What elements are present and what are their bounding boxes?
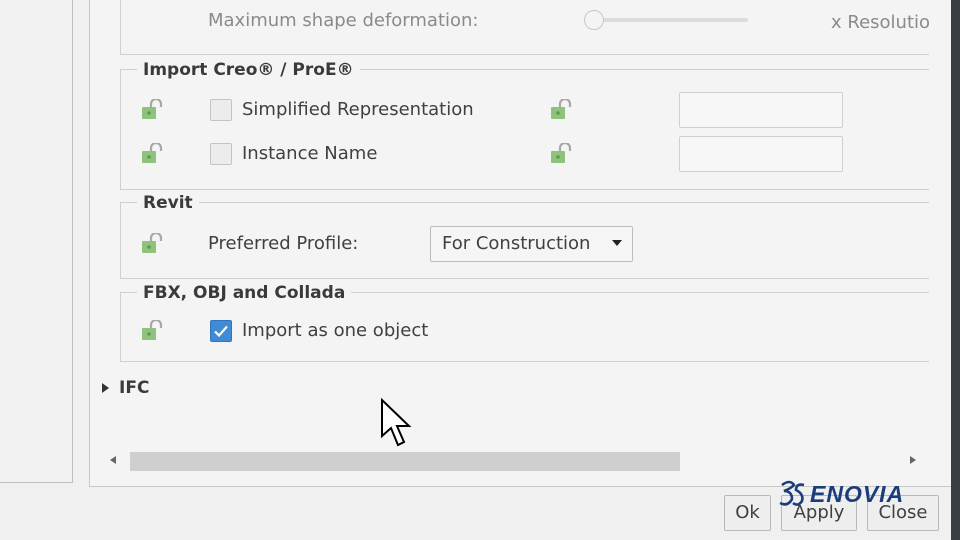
fbx-group-title: FBX, OBJ and Collada: [137, 283, 352, 303]
instance-name-checkbox[interactable]: [210, 143, 232, 165]
ifc-section-title[interactable]: IFC: [113, 378, 155, 398]
scroll-left-icon[interactable]: [110, 456, 116, 464]
lock-icon[interactable]: [141, 318, 167, 342]
resolution-label: x Resolutio: [831, 12, 931, 33]
max-shape-deformation-slider-knob[interactable]: [584, 10, 604, 30]
brand-name: ENOVIA: [810, 481, 905, 507]
window-edge: [951, 0, 960, 540]
instance-name-field[interactable]: [679, 136, 843, 172]
max-shape-deformation-label: Maximum shape deformation:: [208, 10, 479, 31]
instance-name-label: Instance Name: [242, 143, 378, 164]
mouse-pointer-icon: [381, 398, 412, 447]
preferred-profile-label: Preferred Profile:: [208, 233, 359, 254]
max-shape-deformation-slider-track[interactable]: [596, 18, 748, 22]
lock-icon[interactable]: [141, 141, 167, 165]
ok-button[interactable]: Ok: [724, 495, 771, 531]
chevron-down-icon: [612, 240, 622, 246]
lock-icon[interactable]: [550, 141, 576, 165]
simplified-representation-checkbox[interactable]: [210, 99, 232, 121]
lock-icon[interactable]: [550, 97, 576, 121]
simplified-representation-field[interactable]: [679, 92, 843, 128]
import-as-one-object-checkbox[interactable]: [210, 320, 232, 342]
expand-arrow-icon[interactable]: [102, 383, 109, 393]
lock-icon[interactable]: [141, 97, 167, 121]
enovia-logo: ENOVIA: [778, 479, 928, 513]
revit-group-title: Revit: [137, 193, 199, 213]
horizontal-scrollbar-thumb[interactable]: [130, 452, 680, 471]
simplified-representation-label: Simplified Representation: [242, 99, 474, 120]
scroll-right-icon[interactable]: [910, 456, 916, 464]
preferred-profile-dropdown[interactable]: For Construction: [430, 226, 633, 262]
import-as-one-object-label: Import as one object: [242, 320, 429, 341]
3ds-logo-icon: [779, 480, 805, 506]
check-icon: [214, 325, 228, 338]
left-panel: [0, 0, 73, 483]
lock-icon[interactable]: [141, 231, 167, 255]
creo-group-title: Import Creo® / ProE®: [137, 60, 360, 80]
preferred-profile-value: For Construction: [442, 233, 591, 254]
